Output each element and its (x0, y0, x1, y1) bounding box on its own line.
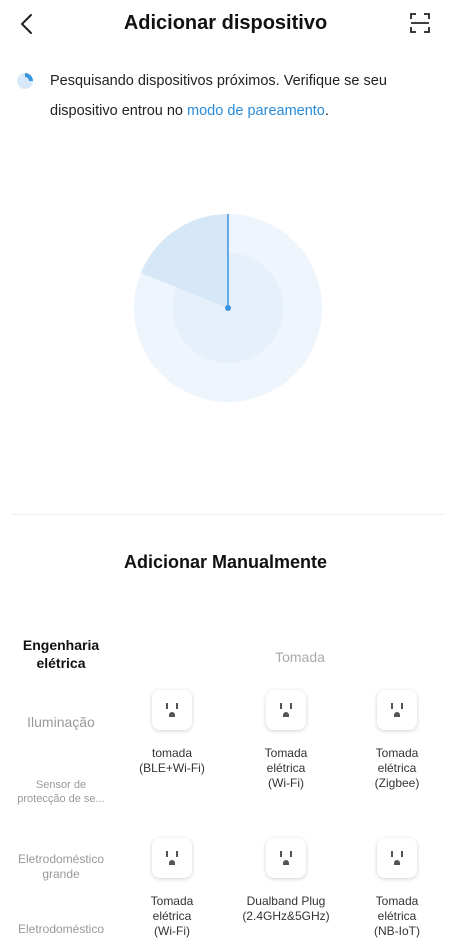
device-label-line: elétrica (377, 909, 417, 923)
device-label-line: tomada (151, 746, 193, 760)
category-label: Sensor de (35, 779, 87, 791)
category-label: protecção de se... (17, 793, 105, 805)
device-label-line: Tomada (264, 746, 308, 760)
pairing-mode-link[interactable]: modo de pareamento (187, 103, 325, 119)
section-title: Tomada (275, 649, 325, 665)
page-title: Adicionar dispositivo (123, 12, 328, 34)
outlet-icon (377, 690, 417, 730)
scan-frame-icon[interactable] (409, 12, 431, 34)
category-item-large-appliance[interactable]: Eletrodoméstico grande (0, 852, 122, 882)
category-item-sensor[interactable]: Sensor de protecção de se... (0, 778, 122, 806)
outlet-icon (377, 838, 417, 878)
device-label-line: elétrica (266, 761, 306, 775)
device-label-line: Tomada (375, 894, 419, 908)
outlet-icon (152, 838, 192, 878)
category-label: elétrica (36, 655, 86, 671)
header-bar: Adicionar dispositivo (0, 0, 451, 48)
category-item-electrical[interactable]: Engenharia elétrica (0, 636, 122, 672)
divider (12, 514, 445, 515)
device-label: Tomada elétrica (Wi-Fi) (230, 746, 342, 791)
category-item-lighting[interactable]: Iluminação (0, 714, 122, 730)
device-label-line: (Wi-Fi) (268, 776, 304, 790)
outlet-icon (266, 690, 306, 730)
device-label: Tomada elétrica (Zigbee) (341, 746, 451, 791)
searching-spinner-icon (17, 73, 33, 89)
device-label-line: Dualband Plug (246, 894, 326, 908)
category-label: Eletrodoméstico (17, 922, 105, 936)
category-item-small-appliance[interactable]: Eletrodoméstico (0, 922, 122, 936)
device-label-line: (NB-IoT) (374, 924, 420, 938)
device-label-line: Tomada (150, 894, 194, 908)
device-label: Tomada elétrica (Wi-Fi) (116, 894, 228, 939)
device-label: Dualband Plug (2.4GHz&5GHz) (230, 894, 342, 924)
device-label-line: elétrica (377, 761, 417, 775)
category-label: grande (42, 867, 80, 881)
device-label-line: (Zigbee) (374, 776, 420, 790)
notice-text-end: . (324, 103, 329, 119)
category-label: Eletrodoméstico (17, 852, 105, 866)
category-label: Engenharia (22, 637, 100, 653)
device-label-line: (Wi-Fi) (154, 924, 190, 938)
notice-text: Pesquisando dispositivos próximos. Verif… (50, 66, 430, 126)
device-label: Tomada elétrica (NB-IoT) (341, 894, 451, 939)
manual-add-title: Adicionar Manualmente (123, 552, 328, 572)
outlet-icon (266, 838, 306, 878)
category-label: Iluminação (27, 714, 95, 730)
outlet-icon (152, 690, 192, 730)
device-label-line: (BLE+Wi-Fi) (139, 761, 205, 775)
device-label-line: Tomada (375, 746, 419, 760)
device-label: tomada (BLE+Wi-Fi) (116, 746, 228, 776)
search-radar (134, 214, 322, 402)
device-label-line: (2.4GHz&5GHz) (242, 909, 330, 923)
device-label-line: elétrica (152, 909, 192, 923)
